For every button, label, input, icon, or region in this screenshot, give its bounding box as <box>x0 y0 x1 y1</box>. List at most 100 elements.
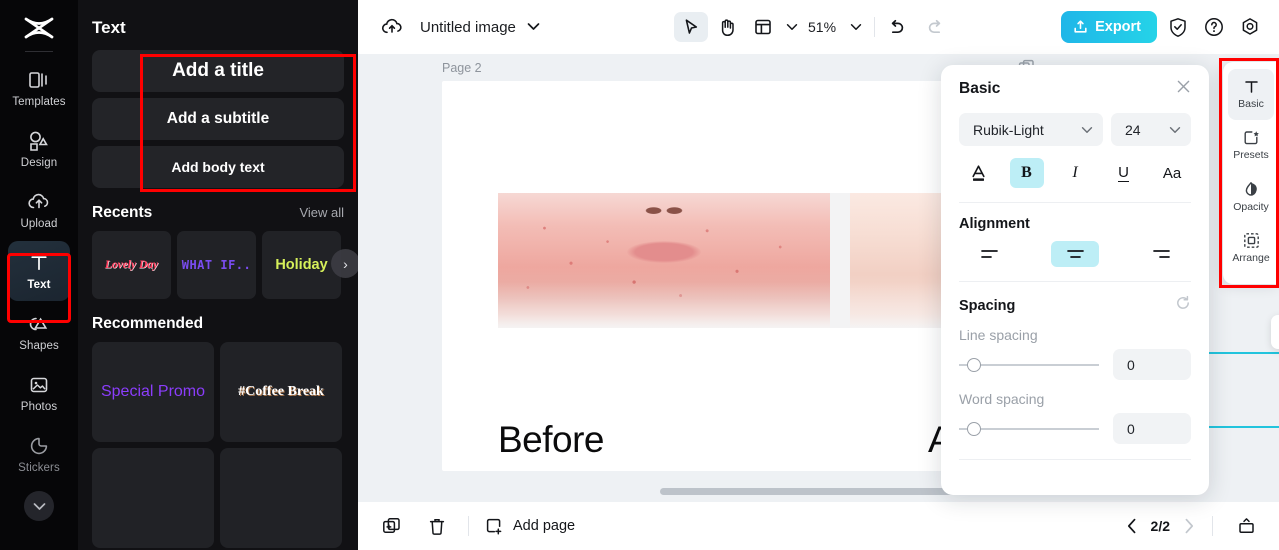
underline-glyph: U <box>1118 163 1129 182</box>
word-spacing-row: 0 <box>959 413 1191 444</box>
recents-header: Recents View all <box>92 204 344 222</box>
align-left-button[interactable] <box>965 241 1013 267</box>
help-circle-icon[interactable] <box>1199 12 1229 42</box>
photos-icon <box>27 373 51 397</box>
font-family-value: Rubik-Light <box>973 121 1044 138</box>
settings-gear-icon[interactable] <box>1235 12 1265 42</box>
recent-card[interactable]: WHAT IF.. <box>177 231 256 299</box>
sidebar-item-stickers[interactable]: Stickers <box>8 424 70 484</box>
upload-cloud-icon <box>27 190 51 214</box>
sidebar-item-label: Design <box>20 157 58 169</box>
sidebar-item-upload[interactable]: Upload <box>8 180 70 240</box>
add-page-label: Add page <box>513 518 576 534</box>
close-icon[interactable] <box>1176 79 1191 99</box>
sidebar-item-text[interactable]: Text <box>8 241 70 301</box>
rrail-item-presets[interactable]: Presets <box>1228 120 1274 171</box>
recommended-card[interactable]: #Coffee Break <box>220 342 342 442</box>
cloud-save-icon[interactable] <box>380 17 404 37</box>
word-spacing-input[interactable]: 0 <box>1113 413 1191 444</box>
page-label: Page 2 <box>442 61 482 75</box>
canvas-duplicate-button[interactable] <box>1271 315 1279 349</box>
right-properties-rail: Basic Presets Opacity Arrange <box>1223 62 1279 284</box>
case-glyph: Aa <box>1162 164 1182 182</box>
recent-card[interactable]: Holiday <box>262 231 341 299</box>
recent-card-label: Holiday <box>275 257 328 273</box>
chevron-down-icon <box>1169 126 1181 133</box>
slider-knob[interactable] <box>967 357 981 372</box>
recents-view-all-link[interactable]: View all <box>299 205 344 220</box>
before-caption[interactable]: Before <box>498 419 605 461</box>
sidebar-item-photos[interactable]: Photos <box>8 363 70 423</box>
text-icon <box>27 251 51 275</box>
add-body-text-button[interactable]: Add body text <box>92 146 344 188</box>
rail-expand-button[interactable] <box>24 491 54 521</box>
rrail-item-opacity[interactable]: Opacity <box>1228 171 1274 222</box>
page-count: 2/2 <box>1150 518 1170 534</box>
toolbar-divider <box>874 17 876 37</box>
italic-glyph: I <box>1072 164 1078 181</box>
font-size-select[interactable]: 24 <box>1111 113 1191 146</box>
editor-main: Untitled image 51% Export Page 2 Before … <box>358 0 1279 550</box>
add-page-button[interactable]: Add page <box>485 517 575 536</box>
capcut-logo-icon[interactable] <box>19 13 59 43</box>
recommended-card[interactable] <box>220 448 342 548</box>
word-spacing-slider[interactable] <box>959 421 1099 437</box>
document-title-caret-icon[interactable] <box>527 18 540 36</box>
rrail-item-arrange[interactable]: Arrange <box>1228 222 1274 273</box>
add-title-button[interactable]: Add a title <box>92 50 344 92</box>
recents-title: Recents <box>92 204 153 221</box>
top-toolbar: Untitled image 51% Export <box>358 0 1279 54</box>
rrail-item-basic[interactable]: Basic <box>1228 69 1274 120</box>
text-color-button[interactable] <box>961 158 995 188</box>
next-page-button[interactable] <box>1184 518 1194 534</box>
duplicate-page-icon[interactable] <box>376 511 406 541</box>
sidebar-item-label: Photos <box>20 401 58 413</box>
font-family-select[interactable]: Rubik-Light <box>959 113 1103 146</box>
line-spacing-slider[interactable] <box>959 357 1099 373</box>
underline-button[interactable]: U <box>1107 158 1141 188</box>
select-tool-button[interactable] <box>674 12 708 42</box>
zoom-caret-icon[interactable] <box>850 23 862 31</box>
recommended-card[interactable]: Special Promo <box>92 342 214 442</box>
shapes-icon <box>27 312 51 336</box>
divider <box>959 202 1191 203</box>
layout-caret-icon[interactable] <box>786 23 798 31</box>
case-button[interactable]: Aa <box>1155 158 1189 188</box>
page-navigator: 2/2 <box>1127 511 1261 541</box>
reset-icon[interactable] <box>1175 295 1191 316</box>
sidebar-item-label: Upload <box>20 218 58 230</box>
line-spacing-input[interactable]: 0 <box>1113 349 1191 380</box>
sidebar-item-label: Templates <box>12 96 66 108</box>
alignment-row <box>959 241 1191 267</box>
bold-button[interactable]: B <box>1009 158 1044 188</box>
rrail-item-label: Arrange <box>1232 251 1270 264</box>
zoom-level[interactable]: 51% <box>808 19 836 35</box>
italic-button[interactable]: I <box>1058 158 1092 188</box>
slider-knob[interactable] <box>967 421 981 436</box>
align-center-button[interactable] <box>1051 241 1099 267</box>
export-button[interactable]: Export <box>1061 11 1157 43</box>
font-size-value: 24 <box>1125 121 1141 138</box>
recommended-card[interactable] <box>92 448 214 548</box>
add-subtitle-button[interactable]: Add a subtitle <box>92 98 344 140</box>
sidebar-item-design[interactable]: Design <box>8 119 70 179</box>
trash-icon[interactable] <box>422 511 452 541</box>
align-right-button[interactable] <box>1137 241 1185 267</box>
shield-check-icon[interactable] <box>1163 12 1193 42</box>
bottom-toolbar: Add page 2/2 <box>358 502 1279 550</box>
prev-page-button[interactable] <box>1127 518 1137 534</box>
text-style-row: B I U Aa <box>959 158 1191 188</box>
undo-icon[interactable] <box>887 19 906 35</box>
recommended-grid: Special Promo #Coffee Break <box>92 342 344 548</box>
document-title[interactable]: Untitled image <box>420 19 516 36</box>
layout-tool-button[interactable] <box>746 12 780 42</box>
present-icon[interactable] <box>1231 511 1261 541</box>
alignment-title: Alignment <box>959 216 1030 232</box>
photo-gap <box>830 193 850 328</box>
sidebar-item-templates[interactable]: Templates <box>8 58 70 118</box>
hand-tool-button[interactable] <box>710 12 744 42</box>
recents-next-arrow-button[interactable]: › <box>331 249 358 278</box>
line-spacing-row: 0 <box>959 349 1191 380</box>
sidebar-item-shapes[interactable]: Shapes <box>8 302 70 362</box>
recent-card[interactable]: Lovely Day <box>92 231 171 299</box>
